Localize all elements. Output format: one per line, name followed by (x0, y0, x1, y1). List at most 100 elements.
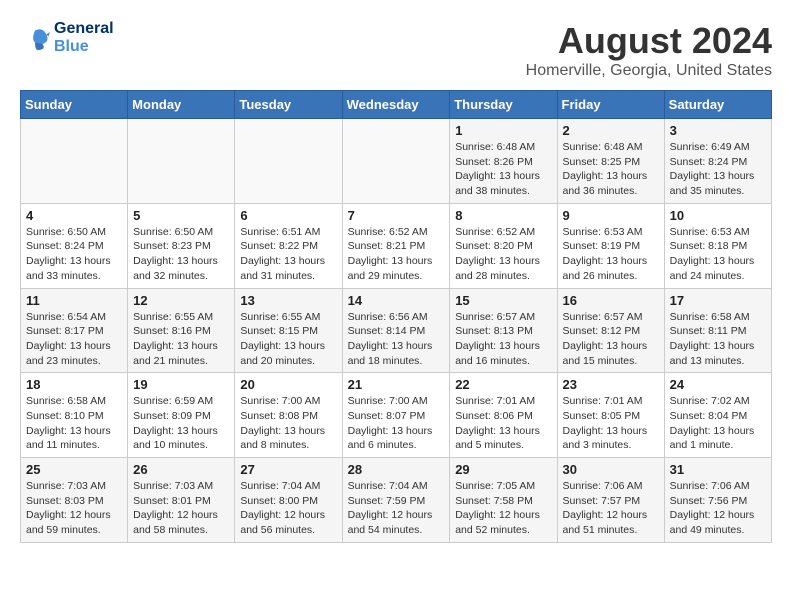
calendar-cell: 15 Sunrise: 6:57 AM Sunset: 8:13 PM Dayli… (450, 288, 557, 373)
title-area: August 2024 Homerville, Georgia, United … (526, 20, 772, 80)
calendar-cell: 18 Sunrise: 6:58 AM Sunset: 8:10 PM Dayli… (21, 373, 128, 458)
calendar-cell: 13 Sunrise: 6:55 AM Sunset: 8:15 PM Dayli… (235, 288, 342, 373)
calendar-cell: 1 Sunrise: 6:48 AM Sunset: 8:26 PM Daylig… (450, 119, 557, 204)
day-number: 26 (133, 462, 229, 477)
weekday-header-monday: Monday (128, 91, 235, 119)
day-info: Sunrise: 6:58 AM Sunset: 8:11 PM Dayligh… (670, 310, 766, 369)
day-number: 3 (670, 123, 766, 138)
logo: General Blue (20, 20, 114, 56)
calendar-cell: 4 Sunrise: 6:50 AM Sunset: 8:24 PM Daylig… (21, 203, 128, 288)
day-info: Sunrise: 7:04 AM Sunset: 8:00 PM Dayligh… (240, 479, 336, 538)
day-info: Sunrise: 7:06 AM Sunset: 7:57 PM Dayligh… (563, 479, 659, 538)
calendar-cell (235, 119, 342, 204)
calendar-cell (342, 119, 450, 204)
day-number: 15 (455, 293, 551, 308)
page-header: General Blue August 2024 Homerville, Geo… (20, 20, 772, 80)
day-info: Sunrise: 6:52 AM Sunset: 8:21 PM Dayligh… (348, 225, 445, 284)
calendar-week-2: 4 Sunrise: 6:50 AM Sunset: 8:24 PM Daylig… (21, 203, 772, 288)
calendar-cell: 8 Sunrise: 6:52 AM Sunset: 8:20 PM Daylig… (450, 203, 557, 288)
day-info: Sunrise: 6:55 AM Sunset: 8:16 PM Dayligh… (133, 310, 229, 369)
day-info: Sunrise: 7:03 AM Sunset: 8:01 PM Dayligh… (133, 479, 229, 538)
calendar-cell: 11 Sunrise: 6:54 AM Sunset: 8:17 PM Dayli… (21, 288, 128, 373)
day-number: 16 (563, 293, 659, 308)
day-number: 6 (240, 208, 336, 223)
day-info: Sunrise: 6:50 AM Sunset: 8:24 PM Dayligh… (26, 225, 122, 284)
calendar-week-4: 18 Sunrise: 6:58 AM Sunset: 8:10 PM Dayli… (21, 373, 772, 458)
calendar-cell: 28 Sunrise: 7:04 AM Sunset: 7:59 PM Dayli… (342, 458, 450, 543)
day-number: 25 (26, 462, 122, 477)
calendar-cell: 20Sunrise: 7:00 AM Sunset: 8:08 PM Dayli… (235, 373, 342, 458)
day-number: 9 (563, 208, 659, 223)
day-number: 31 (670, 462, 766, 477)
day-number: 10 (670, 208, 766, 223)
calendar-cell: 31 Sunrise: 7:06 AM Sunset: 7:56 PM Dayli… (664, 458, 771, 543)
weekday-header-row: SundayMondayTuesdayWednesdayThursdayFrid… (21, 91, 772, 119)
calendar-cell (21, 119, 128, 204)
calendar-week-5: 25Sunrise: 7:03 AM Sunset: 8:03 PM Dayli… (21, 458, 772, 543)
day-number: 5 (133, 208, 229, 223)
calendar-cell: 19 Sunrise: 6:59 AM Sunset: 8:09 PM Dayli… (128, 373, 235, 458)
day-number: 21 (348, 377, 445, 392)
day-number: 11 (26, 293, 122, 308)
day-info: Sunrise: 7:01 AM Sunset: 8:05 PM Dayligh… (563, 394, 659, 453)
day-number: 30 (563, 462, 659, 477)
calendar-cell: 17 Sunrise: 6:58 AM Sunset: 8:11 PM Dayli… (664, 288, 771, 373)
day-info: Sunrise: 7:06 AM Sunset: 7:56 PM Dayligh… (670, 479, 766, 538)
day-info: Sunrise: 6:52 AM Sunset: 8:20 PM Dayligh… (455, 225, 551, 284)
day-info: Sunrise: 6:57 AM Sunset: 8:13 PM Dayligh… (455, 310, 551, 369)
day-number: 17 (670, 293, 766, 308)
location-title: Homerville, Georgia, United States (526, 62, 772, 80)
calendar-cell: 12 Sunrise: 6:55 AM Sunset: 8:16 PM Dayli… (128, 288, 235, 373)
day-info: Sunrise: 6:48 AM Sunset: 8:25 PM Dayligh… (563, 140, 659, 199)
calendar-cell: 5 Sunrise: 6:50 AM Sunset: 8:23 PM Daylig… (128, 203, 235, 288)
calendar-cell: 22Sunrise: 7:01 AM Sunset: 8:06 PM Dayli… (450, 373, 557, 458)
day-number: 28 (348, 462, 445, 477)
calendar-cell: 2 Sunrise: 6:48 AM Sunset: 8:25 PM Daylig… (557, 119, 664, 204)
day-info: Sunrise: 6:58 AM Sunset: 8:10 PM Dayligh… (26, 394, 122, 453)
day-number: 2 (563, 123, 659, 138)
day-number: 22 (455, 377, 551, 392)
day-info: Sunrise: 6:55 AM Sunset: 8:15 PM Dayligh… (240, 310, 336, 369)
day-number: 23 (563, 377, 659, 392)
day-number: 20 (240, 377, 336, 392)
day-number: 7 (348, 208, 445, 223)
day-number: 13 (240, 293, 336, 308)
weekday-header-thursday: Thursday (450, 91, 557, 119)
weekday-header-friday: Friday (557, 91, 664, 119)
calendar-cell: 7 Sunrise: 6:52 AM Sunset: 8:21 PM Daylig… (342, 203, 450, 288)
weekday-header-saturday: Saturday (664, 91, 771, 119)
day-number: 8 (455, 208, 551, 223)
weekday-header-sunday: Sunday (21, 91, 128, 119)
calendar-week-3: 11 Sunrise: 6:54 AM Sunset: 8:17 PM Dayli… (21, 288, 772, 373)
calendar-cell (128, 119, 235, 204)
weekday-header-wednesday: Wednesday (342, 91, 450, 119)
day-number: 18 (26, 377, 122, 392)
day-number: 19 (133, 377, 229, 392)
logo-text: General Blue (54, 20, 114, 56)
calendar-cell: 21 Sunrise: 7:00 AM Sunset: 8:07 PM Dayli… (342, 373, 450, 458)
day-info: Sunrise: 6:59 AM Sunset: 8:09 PM Dayligh… (133, 394, 229, 453)
day-number: 12 (133, 293, 229, 308)
calendar-cell: 25Sunrise: 7:03 AM Sunset: 8:03 PM Dayli… (21, 458, 128, 543)
calendar-week-1: 1 Sunrise: 6:48 AM Sunset: 8:26 PM Daylig… (21, 119, 772, 204)
calendar-cell: 23 Sunrise: 7:01 AM Sunset: 8:05 PM Dayli… (557, 373, 664, 458)
day-info: Sunrise: 6:56 AM Sunset: 8:14 PM Dayligh… (348, 310, 445, 369)
day-info: Sunrise: 7:00 AM Sunset: 8:07 PM Dayligh… (348, 394, 445, 453)
calendar-cell: 27Sunrise: 7:04 AM Sunset: 8:00 PM Dayli… (235, 458, 342, 543)
day-info: Sunrise: 6:53 AM Sunset: 8:18 PM Dayligh… (670, 225, 766, 284)
day-number: 1 (455, 123, 551, 138)
day-info: Sunrise: 6:54 AM Sunset: 8:17 PM Dayligh… (26, 310, 122, 369)
month-title: August 2024 (526, 20, 772, 62)
day-number: 4 (26, 208, 122, 223)
logo-icon (20, 23, 50, 53)
day-info: Sunrise: 6:50 AM Sunset: 8:23 PM Dayligh… (133, 225, 229, 284)
calendar-cell: 9Sunrise: 6:53 AM Sunset: 8:19 PM Daylig… (557, 203, 664, 288)
calendar-cell: 3 Sunrise: 6:49 AM Sunset: 8:24 PM Daylig… (664, 119, 771, 204)
calendar-cell: 10 Sunrise: 6:53 AM Sunset: 8:18 PM Dayli… (664, 203, 771, 288)
day-info: Sunrise: 6:51 AM Sunset: 8:22 PM Dayligh… (240, 225, 336, 284)
day-info: Sunrise: 6:48 AM Sunset: 8:26 PM Dayligh… (455, 140, 551, 199)
weekday-header-tuesday: Tuesday (235, 91, 342, 119)
day-info: Sunrise: 7:04 AM Sunset: 7:59 PM Dayligh… (348, 479, 445, 538)
day-info: Sunrise: 6:49 AM Sunset: 8:24 PM Dayligh… (670, 140, 766, 199)
day-info: Sunrise: 7:05 AM Sunset: 7:58 PM Dayligh… (455, 479, 551, 538)
